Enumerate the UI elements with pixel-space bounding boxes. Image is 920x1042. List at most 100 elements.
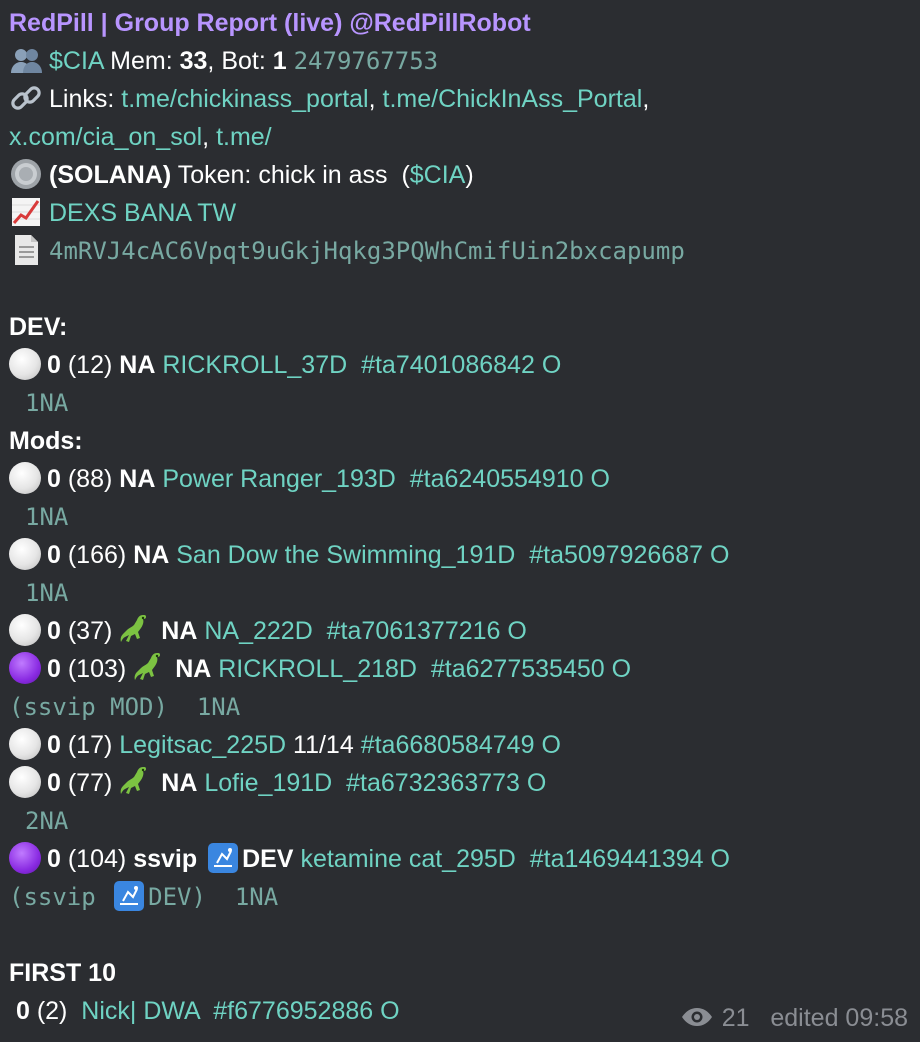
contract-row: 4mRVJ4cAC6Vpqt9uGkjHqkg3PQWhCmifUin2bxca… <box>9 232 912 270</box>
message-title[interactable]: RedPill | Group Report (live) @RedPillRo… <box>9 9 531 37</box>
entry-name[interactable]: RICKROLL_37D <box>162 351 347 379</box>
mod-entry-sub: 2NA <box>9 802 912 840</box>
dev-entry: 0 (12) NA RICKROLL_37D #ta7401086842 O <box>9 346 912 384</box>
bot-label: , Bot: <box>207 47 266 75</box>
entry-tag: ssvip <box>133 845 198 873</box>
mem-label: Mem: <box>110 47 173 75</box>
view-count: 21 <box>721 1004 750 1032</box>
mod-entry: 0 (17) Legitsac_225D 11/14 #ta6680584749… <box>9 726 912 764</box>
entry-sub: DEV) 1NA <box>148 883 279 911</box>
mod-entry: 0 (104) ssvip DEV ketamine cat_295D #ta1… <box>9 840 912 878</box>
white-circle-icon <box>9 614 41 647</box>
link-chickinass-portal-2[interactable]: t.me/ChickInAss_Portal <box>383 85 643 113</box>
mem-count: 33 <box>179 47 208 75</box>
entry-suffix[interactable]: O <box>590 465 609 493</box>
first10-heading: FIRST 10 <box>9 959 116 987</box>
ticker-link[interactable]: $CIA <box>49 47 103 75</box>
entry-id[interactable]: #ta6277535450 <box>431 655 605 683</box>
mod-entry-sub: (ssvip MOD) 1NA <box>9 688 912 726</box>
entry-score: 0 <box>47 351 61 379</box>
entry-tag: NA <box>161 617 198 645</box>
mod-entry: 0 (37) NA NA_222D #ta7061377216 O <box>9 612 912 650</box>
entry-suffix[interactable]: O <box>542 351 561 379</box>
chart-links[interactable]: DEXS BANA TW <box>49 199 236 227</box>
group-id: 2479767753 <box>293 47 439 75</box>
entry-score: 0 <box>47 617 61 645</box>
entry-suffix[interactable]: O <box>612 655 631 683</box>
members-row: $CIA Mem: 33, Bot: 1 2479767753 <box>9 42 912 80</box>
entry-tag-2: DEV <box>242 845 294 873</box>
dev-badge-icon <box>114 881 145 912</box>
link-tme[interactable]: t.me/ <box>216 123 272 151</box>
entry-id[interactable]: #f6776952886 <box>213 997 373 1025</box>
entry-tag: NA <box>119 465 156 493</box>
chart-increasing-icon <box>9 195 43 229</box>
mod-entry: 0 (166) NA San Dow the Swimming_191D #ta… <box>9 536 912 574</box>
entry-id[interactable]: #ta7061377216 <box>327 617 501 645</box>
eye-icon <box>680 1006 714 1028</box>
links-row: Links: t.me/chickinass_portal, t.me/Chic… <box>9 80 912 118</box>
white-circle-icon <box>9 766 41 799</box>
entry-name[interactable]: Nick| DWA <box>81 997 199 1025</box>
token-ticker-link[interactable]: $CIA <box>410 161 466 189</box>
entry-id[interactable]: #ta5097926687 <box>529 541 703 569</box>
entry-id[interactable]: #ta7401086842 <box>361 351 535 379</box>
edited-time: edited 09:58 <box>770 1004 908 1032</box>
link-icon <box>9 81 43 115</box>
entry-score: 0 <box>47 731 61 759</box>
entry-count: (103) <box>67 655 127 683</box>
token-row: (SOLANA) Token: chick in ass ($CIA) <box>9 156 912 194</box>
white-circle-icon <box>9 728 41 761</box>
entry-tag: NA <box>133 541 170 569</box>
mods-heading: Mods: <box>9 427 83 455</box>
entry-count: (12) <box>67 351 113 379</box>
message-footer: 21 edited 09:58 <box>680 999 908 1037</box>
entry-suffix[interactable]: O <box>711 845 730 873</box>
entry-name[interactable]: ketamine cat_295D <box>300 845 515 873</box>
lizard-icon <box>116 612 150 646</box>
entry-id[interactable]: #ta6680584749 <box>361 731 535 759</box>
entry-name[interactable]: Legitsac_225D <box>119 731 286 759</box>
entry-score: 0 <box>47 845 61 873</box>
entry-count: (77) <box>67 769 113 797</box>
entry-name[interactable]: Power Ranger_193D <box>162 465 395 493</box>
entry-score: 0 <box>47 655 61 683</box>
entry-id[interactable]: #ta1469441394 <box>530 845 704 873</box>
links-label: Links: <box>49 85 115 113</box>
entry-sub: 1NA <box>25 389 69 417</box>
entry-sub: 2NA <box>25 807 69 835</box>
purple-circle-icon <box>9 652 41 685</box>
entry-id[interactable]: #ta6732363773 <box>346 769 520 797</box>
entry-name[interactable]: Lofie_191D <box>204 769 332 797</box>
entry-id[interactable]: #ta6240554910 <box>410 465 584 493</box>
white-circle-icon <box>9 538 41 571</box>
entry-count: (37) <box>67 617 113 645</box>
entry-suffix[interactable]: O <box>527 769 546 797</box>
token-chain: (SOLANA) <box>49 161 172 189</box>
mod-entry-sub: (ssvip DEV) 1NA <box>9 878 912 916</box>
entry-suffix[interactable]: O <box>507 617 526 645</box>
entry-name[interactable]: RICKROLL_218D <box>218 655 417 683</box>
contract-address[interactable]: 4mRVJ4cAC6Vpqt9uGkjHqkg3PQWhCmifUin2bxca… <box>49 237 685 265</box>
token-ticker-open: ( <box>401 161 410 189</box>
entry-sub: 1NA <box>25 579 69 607</box>
mod-entry: 0 (88) NA Power Ranger_193D #ta624055491… <box>9 460 912 498</box>
message-bubble: RedPill | Group Report (live) @RedPillRo… <box>0 0 920 1032</box>
entry-suffix[interactable]: O <box>710 541 729 569</box>
mod-entry: 0 (77) NA Lofie_191D #ta6732363773 O <box>9 764 912 802</box>
entry-suffix[interactable]: O <box>380 997 399 1025</box>
links-row-continued: x.com/cia_on_sol, t.me/ <box>9 123 272 151</box>
entry-score: 0 <box>47 465 61 493</box>
link-chickinass-portal[interactable]: t.me/chickinass_portal <box>121 85 368 113</box>
entry-score: 0 <box>47 541 61 569</box>
entry-name[interactable]: NA_222D <box>204 617 312 645</box>
entry-sub: (ssvip MOD) 1NA <box>9 693 241 721</box>
white-circle-icon <box>9 348 41 381</box>
entry-suffix[interactable]: O <box>541 731 560 759</box>
entry-count: (104) <box>67 845 127 873</box>
entry-count: (88) <box>67 465 113 493</box>
entry-tag: NA <box>161 769 198 797</box>
entry-name[interactable]: San Dow the Swimming_191D <box>176 541 515 569</box>
link-x-cia-on-sol[interactable]: x.com/cia_on_sol <box>9 123 202 151</box>
